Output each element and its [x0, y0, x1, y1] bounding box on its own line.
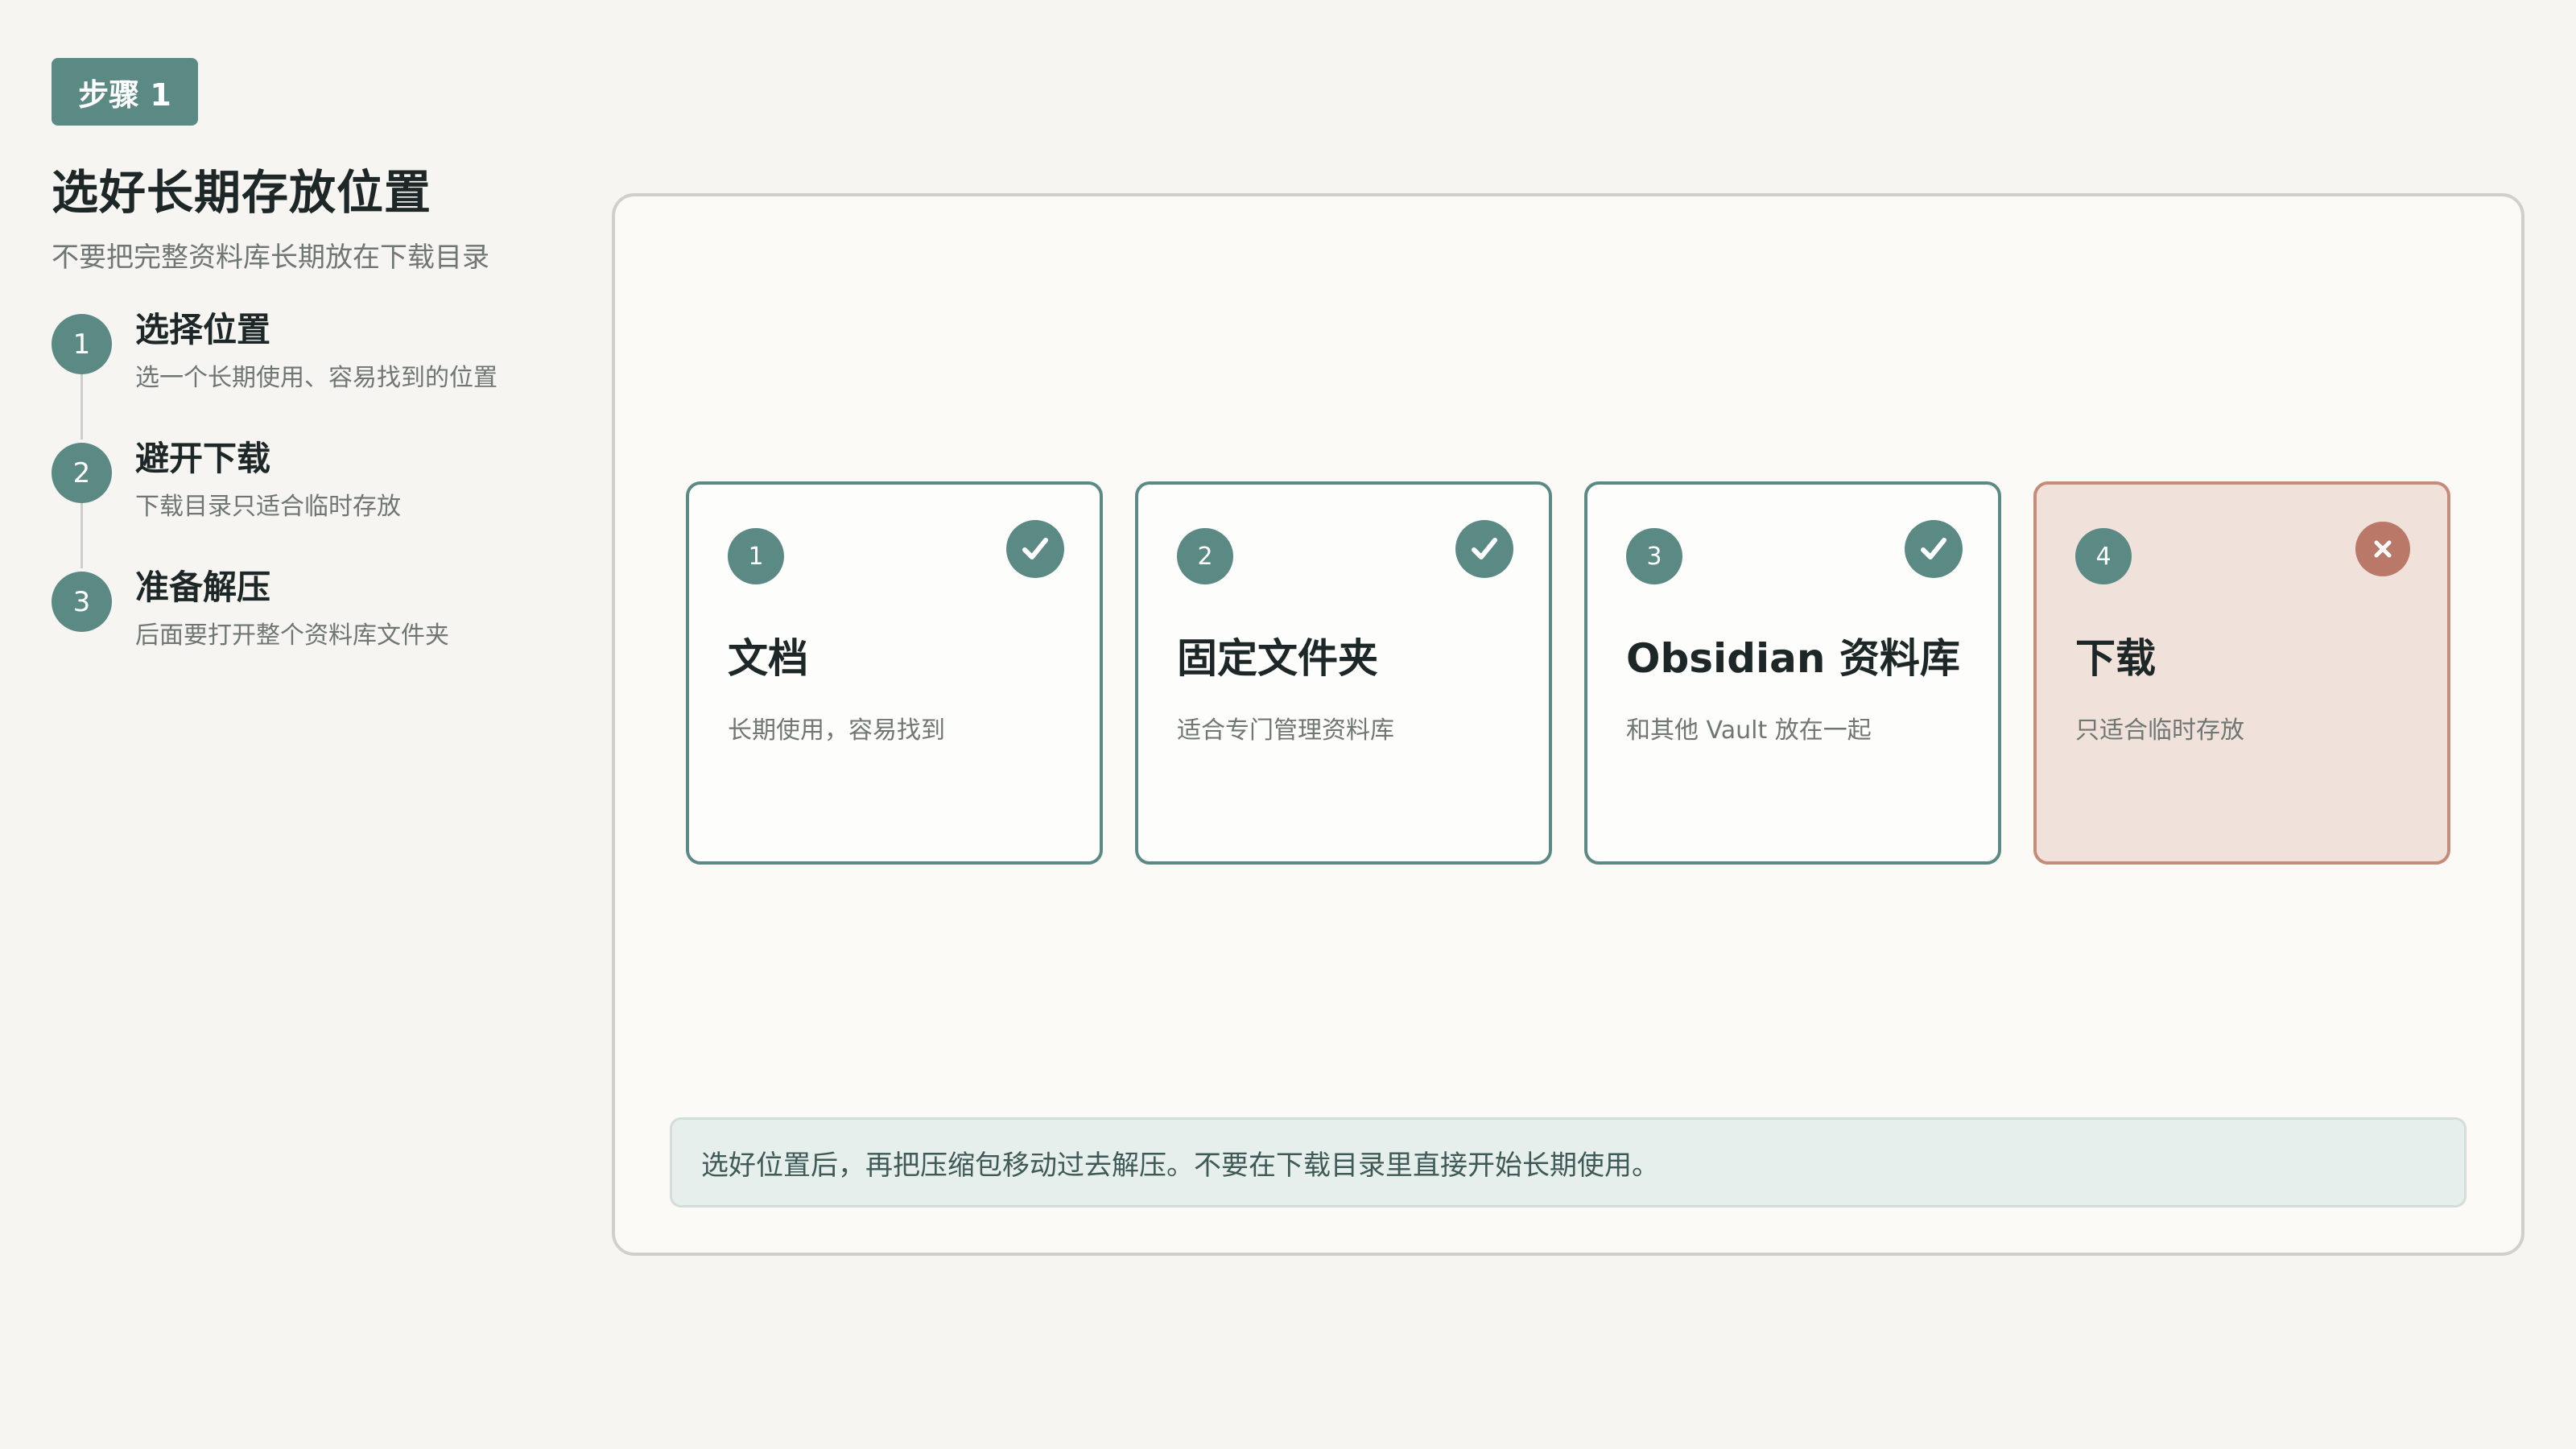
step-number: 2: [52, 443, 112, 503]
step-item-select-location: 1 选择位置 选一个长期使用、容易找到的位置: [52, 310, 567, 411]
option-title: 文档: [728, 635, 808, 682]
option-number: 3: [1626, 528, 1682, 584]
check-icon: [1905, 520, 1963, 578]
note-bar: 选好位置后，再把压缩包移动过去解压。不要在下载目录里直接开始长期使用。: [670, 1117, 2467, 1208]
option-number: 2: [1177, 528, 1233, 584]
location-options-panel: 1 文档 长期使用，容易找到 2 固定文件夹 适合专门管理资料库 3 Obsid…: [612, 193, 2524, 1256]
step-title: 准备解压: [135, 568, 271, 607]
check-icon: [1006, 520, 1064, 578]
step-badge: 步骤 1: [52, 58, 198, 126]
step-list: 1 选择位置 选一个长期使用、容易找到的位置 2 避开下载 下载目录只适合临时存…: [52, 309, 567, 679]
option-description: 长期使用，容易找到: [728, 716, 945, 745]
option-number: 4: [2075, 528, 2132, 584]
step-description: 下载目录只适合临时存放: [135, 493, 401, 521]
option-title: 固定文件夹: [1177, 635, 1378, 682]
option-title: 下载: [2075, 635, 2156, 682]
step-number: 1: [52, 314, 112, 374]
option-description: 和其他 Vault 放在一起: [1626, 716, 1872, 745]
option-description: 适合专门管理资料库: [1177, 716, 1394, 745]
step-description: 选一个长期使用、容易找到的位置: [135, 364, 497, 392]
check-icon: [1455, 520, 1513, 578]
step-title: 避开下载: [135, 439, 271, 478]
option-card-downloads[interactable]: 4 下载 只适合临时存放: [2033, 481, 2450, 865]
option-description: 只适合临时存放: [2075, 716, 2244, 745]
step-item-prepare-extract: 3 准备解压 后面要打开整个资料库文件夹: [52, 568, 567, 668]
option-title: Obsidian 资料库: [1626, 635, 1960, 682]
step-number: 3: [52, 572, 112, 632]
step-description: 后面要打开整个资料库文件夹: [135, 621, 449, 650]
page-subtitle: 不要把完整资料库长期放在下载目录: [52, 242, 489, 274]
x-icon: [2355, 522, 2410, 576]
option-card-documents[interactable]: 1 文档 长期使用，容易找到: [686, 481, 1103, 865]
option-card-obsidian-vault[interactable]: 3 Obsidian 资料库 和其他 Vault 放在一起: [1584, 481, 2001, 865]
option-card-fixed-folder[interactable]: 2 固定文件夹 适合专门管理资料库: [1135, 481, 1552, 865]
step-item-avoid-downloads: 2 避开下载 下载目录只适合临时存放: [52, 439, 567, 539]
step-title: 选择位置: [135, 310, 271, 349]
option-number: 1: [728, 528, 784, 584]
page-title: 选好长期存放位置: [52, 165, 432, 220]
